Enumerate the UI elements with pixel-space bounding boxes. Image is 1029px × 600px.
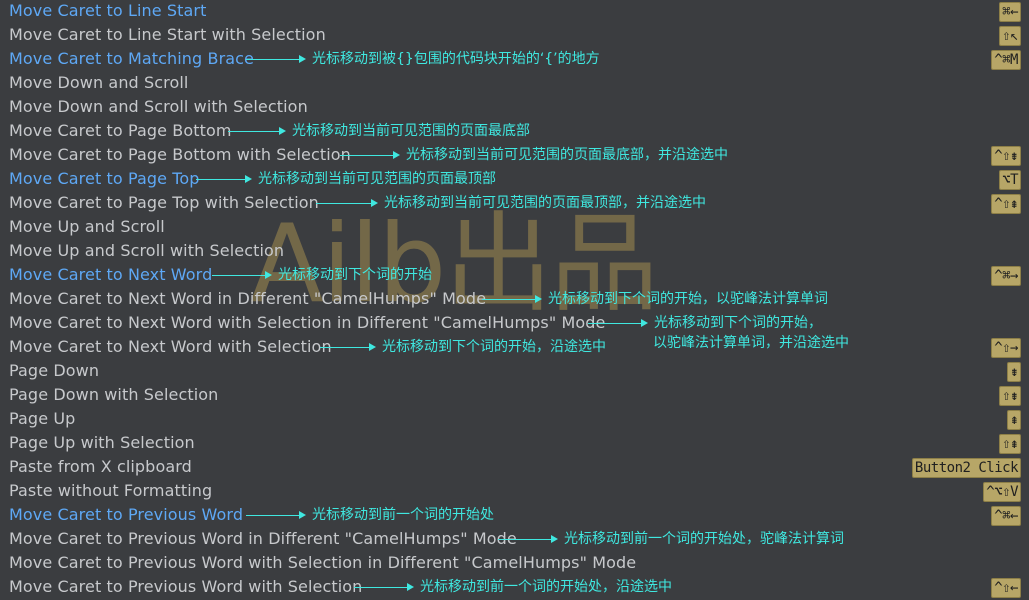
keymap-row[interactable]: Paste without Formatting ^⌥⇧V (0, 480, 1029, 504)
annotation-arrow (320, 343, 376, 351)
shortcut-badge: ^⌘← (991, 506, 1021, 526)
shortcut-badge: ⌘← (999, 2, 1021, 22)
annotation-arrow (588, 319, 648, 327)
action-label: Page Up (9, 409, 76, 428)
annotation-arrow (316, 199, 378, 207)
keymap-row[interactable]: Page Down ⇟ (0, 360, 1029, 384)
shortcut-badge: ^⌘→ (991, 266, 1021, 286)
keymap-row[interactable]: Move Up and Scroll with Selection (0, 240, 1029, 264)
annotation-note: 光标移动到下个词的开始， (654, 315, 822, 331)
keymap-row[interactable]: Move Caret to Previous Word 光标移动到前一个词的开始处… (0, 504, 1029, 528)
annotation-arrow (228, 127, 286, 135)
shortcut-badge: ^⌥⇧V (983, 482, 1021, 502)
annotation-note: 光标移动到当前可见范围的页面最顶部，并沿途选中 (384, 195, 706, 211)
keymap-row[interactable]: Move Caret to Previous Word with Selecti… (0, 576, 1029, 600)
action-label: Move Caret to Next Word (9, 265, 213, 284)
action-label: Move Caret to Matching Brace (9, 49, 254, 68)
keymap-row[interactable]: Move Down and Scroll with Selection (0, 96, 1029, 120)
action-label: Page Down (9, 361, 100, 380)
keymap-row[interactable]: Page Down with Selection ⇧⇟ (0, 384, 1029, 408)
action-label: Move Caret to Previous Word (9, 505, 244, 524)
annotation-arrow (482, 295, 542, 303)
action-label: Move Up and Scroll (9, 217, 165, 236)
action-label: Move Caret to Previous Word with Selecti… (9, 577, 363, 596)
annotation-arrow (246, 511, 306, 519)
shortcut-badge: ⇟ (1007, 362, 1021, 382)
shortcut-badge: Button2 Click (911, 458, 1021, 478)
action-label: Move Caret to Previous Word with Selecti… (9, 553, 637, 572)
keymap-row[interactable]: Move Caret to Previous Word in Different… (0, 528, 1029, 552)
annotation-note: 光标移动到被{}包围的代码块开始的‘{’的地方 (312, 51, 600, 67)
keymap-row[interactable]: Move Caret to Line Start with Selection ⇧… (0, 24, 1029, 48)
action-label: Move Up and Scroll with Selection (9, 241, 285, 260)
keymap-row[interactable]: Move Caret to Matching Brace 光标移动到被{}包围的代… (0, 48, 1029, 72)
action-label: Move Down and Scroll with Selection (9, 97, 308, 116)
action-label: Move Down and Scroll (9, 73, 189, 92)
annotation-arrow (196, 175, 252, 183)
keymap-row[interactable]: Paste from X clipboard Button2 Click (0, 456, 1029, 480)
shortcut-badge: ⇞ (1007, 410, 1021, 430)
action-label: Page Up with Selection (9, 433, 195, 452)
annotation-arrow (498, 535, 558, 543)
keymap-row[interactable]: Move Caret to Next Word 光标移动到下个词的开始 ^⌘→ (0, 264, 1029, 288)
annotation-note: 光标移动到当前可见范围的页面最底部 (292, 123, 530, 139)
annotation-note: 光标移动到前一个词的开始处，沿途选中 (420, 579, 672, 595)
keymap-row[interactable]: Move Caret to Page Top with Selection 光标移… (0, 192, 1029, 216)
action-label: Move Caret to Page Top with Selection (9, 193, 319, 212)
keymap-row[interactable]: Page Up with Selection ⇧⇞ (0, 432, 1029, 456)
keymap-row[interactable]: Move Caret to Next Word in Different "Ca… (0, 288, 1029, 312)
keymap-row[interactable]: Move Caret to Next Word with Selection i… (0, 312, 1029, 351)
shortcut-badge: ^⇧→ (991, 338, 1021, 358)
annotation-note: 光标移动到前一个词的开始处，驼峰法计算词 (564, 531, 844, 547)
annotation-note: 光标移动到前一个词的开始处 (312, 507, 494, 523)
keymap-row[interactable]: Move Caret to Page Top 光标移动到当前可见范围的页面最顶部 ⌥… (0, 168, 1029, 192)
action-label: Move Caret to Page Bottom with Selection (9, 145, 351, 164)
keymap-row[interactable]: Move Down and Scroll (0, 72, 1029, 96)
action-label: Move Caret to Previous Word in Different… (9, 529, 517, 548)
shortcut-badge: ^⇧← (991, 578, 1021, 598)
annotation-arrow (340, 151, 400, 159)
action-label: Move Caret to Line Start with Selection (9, 25, 326, 44)
shortcut-badge: ⇧⇞ (999, 434, 1021, 454)
action-label: Paste from X clipboard (9, 457, 192, 476)
action-label: Move Caret to Next Word with Selection (9, 337, 332, 356)
keymap-row[interactable]: Move Caret to Previous Word with Selecti… (0, 552, 1029, 576)
annotation-arrow (246, 55, 306, 63)
shortcut-badge: ⇧↖ (999, 26, 1021, 46)
action-label: Move Caret to Page Top (9, 169, 200, 188)
action-label: Move Caret to Next Word with Selection i… (9, 313, 606, 332)
keymap-row[interactable]: Move Up and Scroll (0, 216, 1029, 240)
action-label: Move Caret to Next Word in Different "Ca… (9, 289, 487, 308)
shortcut-badge: ⇧⇟ (999, 386, 1021, 406)
annotation-note: 光标移动到当前可见范围的页面最底部，并沿途选中 (406, 147, 728, 163)
shortcut-badge: ⌥T (999, 170, 1021, 190)
shortcut-badge: ^⇧⇞ (991, 194, 1021, 214)
annotation-arrow (212, 271, 272, 279)
keymap-row[interactable]: Move Caret to Page Bottom with Selection… (0, 144, 1029, 168)
shortcut-badge: ^⌘M (991, 50, 1021, 70)
action-label: Page Down with Selection (9, 385, 219, 404)
keymap-row[interactable]: Move Caret to Next Word with Selection 光标… (0, 336, 1029, 360)
annotation-note: 光标移动到当前可见范围的页面最顶部 (258, 171, 496, 187)
annotation-note: 光标移动到下个词的开始，以驼峰法计算单词 (548, 291, 828, 307)
action-label: Move Caret to Page Bottom (9, 121, 232, 140)
shortcut-badge: ^⇧⇟ (991, 146, 1021, 166)
action-label: Move Caret to Line Start (9, 1, 207, 20)
action-label: Paste without Formatting (9, 481, 213, 500)
annotation-note: 光标移动到下个词的开始 (278, 267, 432, 283)
keymap-row[interactable]: Move Caret to Page Bottom 光标移动到当前可见范围的页面最… (0, 120, 1029, 144)
keymap-row[interactable]: Move Caret to Line Start ⌘← (0, 0, 1029, 24)
keymap-row[interactable]: Page Up ⇞ (0, 408, 1029, 432)
annotation-note: 光标移动到下个词的开始，沿途选中 (382, 339, 606, 355)
annotation-arrow (354, 583, 414, 591)
